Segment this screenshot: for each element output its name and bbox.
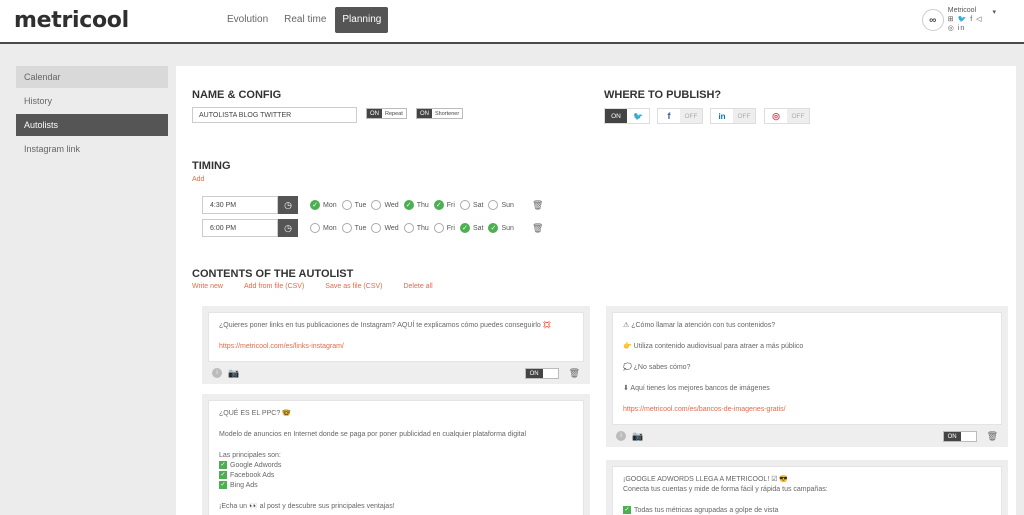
post-link[interactable]: https://metricool.com/es/links-instagram… [219, 342, 573, 352]
write-new-link[interactable]: Write new [192, 283, 223, 290]
tab-planning[interactable]: Planning [335, 7, 389, 33]
time-input[interactable]: 4:30 PM [202, 196, 278, 214]
day-mon[interactable]: ✓ Mon [310, 200, 337, 210]
camera-icon[interactable]: 📷 [228, 368, 239, 379]
metricool-logo[interactable]: metricool [14, 8, 129, 33]
list-item: ¿QUÉ ES EL PPC? 🤓 Modelo de anuncios en … [202, 394, 590, 515]
add-time-link[interactable]: Add [192, 176, 204, 183]
linkedin-icon: in [718, 111, 726, 121]
contents-title: CONTENTS OF THE AUTOLIST [192, 268, 354, 280]
trash-icon[interactable]: 🗑 [987, 431, 998, 442]
autolist-name-input[interactable] [192, 107, 357, 123]
day-sat[interactable]: Sat [459, 200, 483, 210]
day-sat[interactable]: ✓ Sat [459, 223, 483, 233]
day-tue[interactable]: Tue [341, 223, 366, 233]
day-mon[interactable]: Mon [310, 223, 337, 233]
linkedin-publish-toggle[interactable]: in OFF [710, 108, 756, 124]
instagram-publish-toggle[interactable]: ◎ OFF [764, 108, 810, 124]
post-content[interactable]: ¡GOOGLE ADWORDS LLEGA A METRICOOL! ☑ 😎 C… [612, 466, 1002, 515]
instagram-icon: ◎ [772, 110, 780, 121]
connected-networks-icons: ⊞ 🐦 f ◁ [947, 16, 983, 23]
where-to-publish-title: WHERE TO PUBLISH? [604, 89, 722, 101]
day-wed[interactable]: Wed [371, 223, 399, 233]
avatar: ∞ [921, 9, 944, 31]
sidebar-item-calendar[interactable]: Calendar [16, 66, 168, 88]
day-thu[interactable]: ✓ Thu [403, 200, 429, 210]
clock-icon[interactable]: ◷ [278, 196, 298, 214]
save-as-file-link[interactable]: Save as file (CSV) [325, 283, 382, 290]
time-row: 4:30 PM ◷ ✓ Mon Tue Wed ✓ Thu ✓ Fri Sat Sun… [202, 196, 543, 214]
post-content[interactable]: ¿QUÉ ES EL PPC? 🤓 Modelo de anuncios en … [208, 400, 584, 515]
day-tue[interactable]: Tue [341, 200, 366, 210]
list-item: ¡GOOGLE ADWORDS LLEGA A METRICOOL! ☑ 😎 C… [606, 460, 1008, 515]
sidebar-item-autolists[interactable]: Autolists [16, 114, 168, 136]
weekday-selector: ✓ Mon Tue Wed ✓ Thu ✓ Fri Sat Sun [310, 200, 514, 210]
facebook-publish-toggle[interactable]: f OFF [657, 108, 703, 124]
name-config-title: NAME & CONFIG [192, 89, 282, 101]
trash-icon[interactable]: 🗑 [532, 223, 543, 234]
item-toggle[interactable]: ON [524, 367, 559, 379]
autolist-actions: Write new Add from file (CSV) Save as fi… [192, 283, 433, 290]
twitter-icon: 🐦 [633, 111, 643, 121]
time-input[interactable]: 6:00 PM [202, 219, 278, 237]
sidebar: Calendar History Autolists Instagram lin… [16, 66, 168, 162]
camera-icon[interactable]: 📷 [632, 431, 643, 442]
list-item: ⚠ ¿Cómo llamar la atención con tus conte… [606, 306, 1008, 447]
connected-networks-icons-2: ◎ in [947, 25, 966, 32]
tab-evolution[interactable]: Evolution [220, 7, 275, 33]
delete-all-link[interactable]: Delete all [403, 283, 432, 290]
sidebar-item-instagram-link[interactable]: Instagram link [16, 138, 168, 160]
day-fri[interactable]: Fri [433, 223, 455, 233]
card-footer: i 📷 ON 🗑 [612, 425, 1002, 447]
repeat-toggle[interactable]: ON Repeat [366, 108, 407, 119]
list-item: ¿Quieres poner links en tus publicacione… [202, 306, 590, 384]
item-toggle[interactable]: ON [942, 430, 977, 442]
post-link[interactable]: https://metricool.com/es/bancos-de-image… [623, 405, 991, 415]
info-icon[interactable]: i [616, 431, 626, 441]
clock-icon[interactable]: ◷ [278, 219, 298, 237]
profile-name: Metricool [947, 7, 977, 14]
day-fri[interactable]: ✓ Fri [433, 200, 455, 210]
post-content[interactable]: ⚠ ¿Cómo llamar la atención con tus conte… [612, 312, 1002, 425]
sidebar-item-history[interactable]: History [16, 90, 168, 112]
add-from-file-link[interactable]: Add from file (CSV) [244, 283, 304, 290]
autolist-items: ¿Quieres poner links en tus publicacione… [202, 306, 1008, 515]
day-thu[interactable]: Thu [403, 223, 429, 233]
main-panel: NAME & CONFIG ON Repeat ON Shortener WHE… [176, 66, 1016, 515]
info-icon[interactable]: i [212, 368, 222, 378]
facebook-icon: f [667, 111, 671, 121]
trash-icon[interactable]: 🗑 [569, 368, 580, 379]
day-sun[interactable]: ✓ Sun [488, 223, 514, 233]
day-wed[interactable]: Wed [371, 200, 399, 210]
time-row: 6:00 PM ◷ Mon Tue Wed Thu Fri ✓ Sat ✓ Sun … [202, 219, 543, 237]
main-nav: Evolution Real time Planning [220, 7, 389, 33]
trash-icon[interactable]: 🗑 [532, 200, 543, 211]
weekday-selector: Mon Tue Wed Thu Fri ✓ Sat ✓ Sun [310, 223, 514, 233]
profile-menu[interactable]: ∞ Metricool ⊞ 🐦 f ◁ ◎ in ▾ [921, 6, 996, 33]
timing-title: TIMING [192, 160, 231, 172]
card-footer: i 📷 ON 🗑 [208, 362, 584, 384]
post-content[interactable]: ¿Quieres poner links en tus publicacione… [208, 312, 584, 362]
tab-real-time[interactable]: Real time [277, 7, 333, 33]
twitter-publish-toggle[interactable]: ON 🐦 [604, 108, 650, 124]
day-sun[interactable]: Sun [488, 200, 514, 210]
chevron-down-icon[interactable]: ▾ [992, 8, 996, 16]
shortener-toggle[interactable]: ON Shortener [416, 108, 464, 119]
top-header: metricool Evolution Real time Planning ∞… [0, 0, 1024, 44]
